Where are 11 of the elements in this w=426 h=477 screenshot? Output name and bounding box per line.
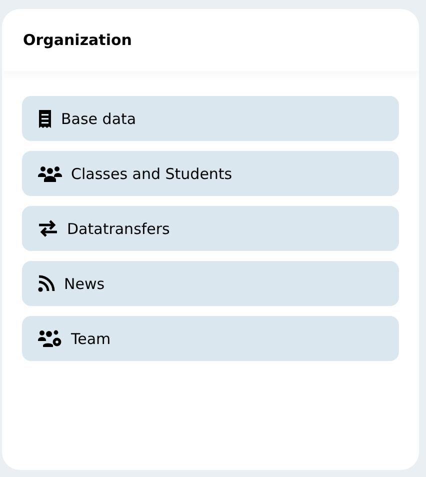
menu-item[interactable]: News [22,261,399,306]
receipt-icon [38,110,52,128]
panel-title: Organization [23,31,132,49]
menu-item[interactable]: Datatransfers [22,206,399,251]
users-gear-icon [38,330,62,347]
swap-arrows-icon [38,220,58,237]
menu-item[interactable]: Team [22,316,399,361]
menu-item[interactable]: Classes and Students [22,151,399,196]
rss-icon [38,275,55,292]
menu-item[interactable]: Base data [22,96,399,141]
users-icon [38,166,62,182]
